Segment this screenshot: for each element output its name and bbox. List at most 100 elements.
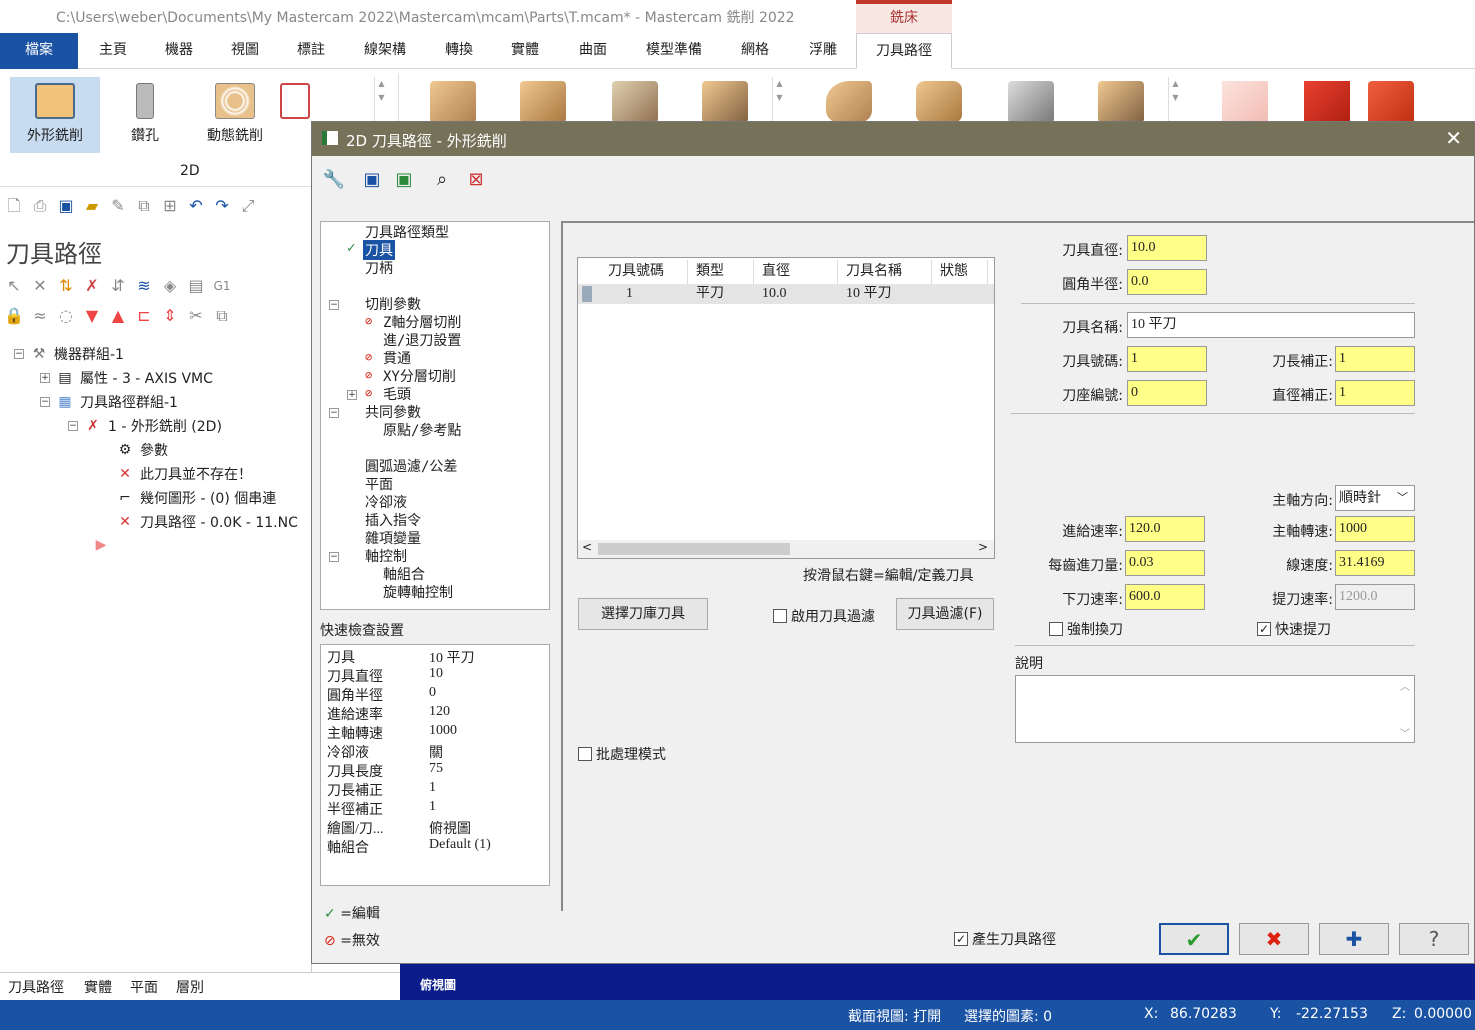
feed-rate-input[interactable]: 120.0 (1125, 516, 1205, 542)
nav-planes[interactable]: 平面 (365, 474, 393, 494)
checkbox-box[interactable] (578, 747, 592, 761)
expand-icon[interactable]: + (347, 390, 357, 400)
tab-home[interactable]: 主頁 (86, 33, 140, 69)
plunge-rate-input[interactable]: 600.0 (1125, 584, 1205, 610)
scroll-down-icon[interactable]: ﹀ (1400, 725, 1410, 740)
spindle-direction-select[interactable]: 順時針 ﹀ (1335, 485, 1415, 511)
tree-toolpath-group[interactable]: − ▦ 刀具路徑群組-1 (40, 392, 178, 412)
3d-waterline-icon[interactable] (702, 81, 748, 123)
tab-file[interactable]: 檔案 (0, 33, 78, 69)
tab-manager-planes[interactable]: 平面 (130, 977, 158, 997)
col-tool-number[interactable]: 刀具號碼 (600, 260, 688, 284)
tab-model-prep[interactable]: 模型準備 (634, 33, 714, 69)
checkbox-box[interactable] (1049, 622, 1063, 636)
lock-icon[interactable]: 🔒 (4, 306, 24, 326)
ribbon-scroll-3d[interactable]: ▲ ▼ (772, 77, 786, 123)
scroll-right-icon[interactable]: > (978, 540, 988, 554)
print-icon[interactable]: ⎙ (30, 196, 50, 216)
collapse-icon[interactable]: − (329, 300, 339, 310)
nav-lead-in-out[interactable]: 進/退刀設置 (383, 330, 461, 350)
nav-arc-filter[interactable]: 圓弧過濾/公差 (365, 456, 457, 476)
surface-speed-input[interactable]: 31.4169 (1335, 550, 1415, 576)
section-view-status[interactable]: 截面視圖: 打開 (848, 1006, 941, 1026)
enable-tool-filter-checkbox[interactable]: 啟用刀具過濾 (773, 606, 875, 626)
tab-manager-levels[interactable]: 層別 (176, 977, 204, 997)
simulate-icon[interactable]: ≋ (134, 276, 154, 296)
verify-icon[interactable]: ◈ (160, 276, 180, 296)
tree-operation[interactable]: − ✗ 1 - 外形銑削 (2D) (68, 416, 222, 436)
close-icon[interactable]: ✕ (1445, 126, 1462, 150)
dynamic-mill-button[interactable]: 動態銑削 (190, 77, 280, 153)
ribbon-more-button[interactable] (280, 77, 310, 153)
tools-icon[interactable]: ✂ (186, 306, 206, 326)
tab-manager-solids[interactable]: 實體 (84, 977, 112, 997)
regen-dirty-icon[interactable]: ✗ (82, 276, 102, 296)
comment-textarea[interactable]: ︿ ﹀ (1015, 675, 1415, 743)
load-defaults-icon[interactable]: ▣ (392, 168, 416, 192)
nav-axis-combo[interactable]: 軸組合 (383, 564, 425, 584)
apply-button[interactable]: ✚ (1319, 923, 1389, 955)
nav-home-ref[interactable]: 原點/參考點 (383, 420, 461, 440)
checkbox-checked[interactable]: ✓ (1257, 622, 1271, 636)
move-up-icon[interactable]: ▲ (108, 306, 128, 326)
3d-parallel-icon[interactable] (612, 81, 658, 123)
select-library-tool-button[interactable]: 選擇刀庫刀具 (578, 598, 708, 630)
nav-canned-text[interactable]: 插入指令 (365, 510, 421, 530)
tool-number-input[interactable]: 1 (1127, 346, 1207, 372)
tree-geometry[interactable]: ⌐ 幾何圖形 - (0) 個串連 (116, 488, 276, 508)
undo-icon[interactable]: ↶ (186, 196, 206, 216)
surface-finish-icon[interactable] (826, 81, 872, 123)
col-type[interactable]: 類型 (688, 260, 754, 284)
expand-collapse-icon[interactable]: ⇕ (160, 306, 180, 326)
context-tab[interactable]: 銑床 (856, 0, 952, 33)
tab-mesh[interactable]: 網格 (728, 33, 782, 69)
nav-tool[interactable]: 刀具 (363, 240, 395, 260)
layers-icon[interactable]: ⧉ (212, 306, 232, 326)
generate-toolpath-checkbox[interactable]: ✓ 產生刀具路徑 (954, 929, 1056, 949)
cancel-button[interactable]: ✖ (1239, 923, 1309, 955)
backplot-icon[interactable]: ▤ (186, 276, 206, 296)
tab-view[interactable]: 視圖 (218, 33, 272, 69)
insert-arrow[interactable]: ▶ (92, 536, 110, 554)
stock-model-icon[interactable] (1222, 81, 1268, 123)
preview-icon[interactable]: ⌕ (430, 168, 454, 192)
redo-icon[interactable]: ↷ (212, 196, 232, 216)
g1-icon[interactable]: G1 (212, 276, 232, 296)
3d-rough-icon[interactable] (430, 81, 476, 123)
horizontal-scrollbar[interactable]: < > (578, 540, 994, 558)
holder-number-input[interactable]: 0 (1127, 380, 1207, 406)
surface-scallop-icon[interactable] (916, 81, 962, 123)
collapse-icon[interactable]: − (40, 397, 50, 407)
tab-solids[interactable]: 實體 (498, 33, 552, 69)
surface-flowline-icon[interactable] (1008, 81, 1054, 123)
contour-button[interactable]: 外形銑削 (10, 77, 100, 153)
diameter-offset-input[interactable]: 1 (1335, 380, 1415, 406)
scroll-up-icon[interactable]: ︿ (1400, 678, 1410, 693)
checkbox-box[interactable] (773, 609, 787, 623)
col-diameter[interactable]: 直徑 (754, 260, 838, 284)
tree-parameters[interactable]: ⚙ 參數 (116, 440, 168, 460)
tab-dimension[interactable]: 標註 (284, 33, 338, 69)
scroll-left-icon[interactable]: < (582, 540, 592, 554)
col-status[interactable]: 狀態 (932, 260, 988, 284)
fit-icon[interactable]: ⤢ (238, 196, 258, 216)
nav-rotary-axis[interactable]: 旋轉軸控制 (383, 582, 453, 602)
tool-holder-icon[interactable]: 🔧 (322, 168, 346, 192)
nav-axis-control[interactable]: 軸控制 (365, 546, 407, 566)
nav-tabs[interactable]: 毛頭 (383, 384, 411, 404)
tool-filter-button[interactable]: 刀具過濾(F) (896, 598, 994, 630)
collapse-icon[interactable]: − (329, 552, 339, 562)
tab-relief[interactable]: 浮雕 (796, 33, 850, 69)
force-tool-change-checkbox[interactable]: 強制換刀 (1049, 619, 1123, 639)
3d-pocket-icon[interactable] (520, 81, 566, 123)
batch-mode-checkbox[interactable]: 批處理模式 (578, 744, 666, 764)
open-icon[interactable]: ▰ (82, 196, 102, 216)
collapse-icon[interactable]: − (329, 408, 339, 418)
rapid-retract-checkbox[interactable]: ✓ 快速提刀 (1257, 619, 1331, 639)
ok-button[interactable]: ✔ (1159, 923, 1229, 955)
nav-cut-params[interactable]: 切削參數 (365, 294, 421, 314)
stock-check-icon[interactable] (1304, 81, 1350, 123)
expand-icon[interactable]: + (40, 373, 50, 383)
nav-break-through[interactable]: 貫通 (383, 348, 411, 368)
save-icon[interactable]: ▣ (56, 196, 76, 216)
